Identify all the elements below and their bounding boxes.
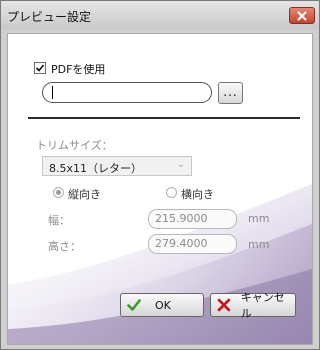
width-label: 幅： — [48, 214, 70, 227]
trim-size-select[interactable]: 8.5x11（レター） ⌄ — [42, 156, 192, 176]
use-pdf-checkbox[interactable] — [34, 62, 46, 74]
window-title: プレビュー設定 — [7, 10, 92, 24]
close-button[interactable] — [289, 7, 315, 24]
width-input[interactable]: 215.9000 — [148, 209, 237, 229]
cancel-button[interactable]: キャンセル — [210, 291, 296, 320]
trim-size-label: トリムサイズ： — [36, 139, 113, 152]
height-label: 高さ： — [48, 240, 81, 253]
text-caret — [52, 86, 53, 99]
ok-label: OK — [155, 298, 171, 312]
browse-button[interactable]: ... — [218, 82, 243, 104]
dialog-content: PDFを使用 ... トリムサイズ： 8.5x11（レター） ⌄ 縦向き 横向き… — [7, 33, 313, 345]
pdf-path-input[interactable] — [42, 82, 212, 103]
landscape-radio[interactable] — [166, 187, 177, 198]
preview-settings-dialog: プレビュー設定 PDFを使用 ... トリムサイズ： 8.5x11（レター） ⌄… — [0, 0, 320, 350]
use-pdf-label[interactable]: PDFを使用 — [51, 61, 105, 77]
portrait-label[interactable]: 縦向き — [68, 186, 101, 202]
width-unit: mm — [248, 212, 270, 225]
radio-selected-dot — [56, 190, 61, 195]
height-input[interactable]: 279.4000 — [148, 234, 237, 254]
x-icon — [217, 298, 231, 312]
height-unit: mm — [248, 238, 270, 251]
close-icon — [297, 10, 307, 21]
cancel-label: キャンセル — [240, 291, 285, 320]
checkmark-icon — [35, 64, 45, 72]
ok-button[interactable]: OK — [120, 293, 204, 317]
divider — [28, 117, 300, 119]
chevron-down-icon: ⌄ — [176, 159, 185, 170]
check-icon — [127, 299, 141, 311]
trim-size-value: 8.5x11（レター） — [49, 162, 143, 175]
title-bar[interactable]: プレビュー設定 — [1, 1, 319, 29]
landscape-label[interactable]: 横向き — [181, 186, 214, 202]
portrait-radio[interactable] — [53, 187, 64, 198]
